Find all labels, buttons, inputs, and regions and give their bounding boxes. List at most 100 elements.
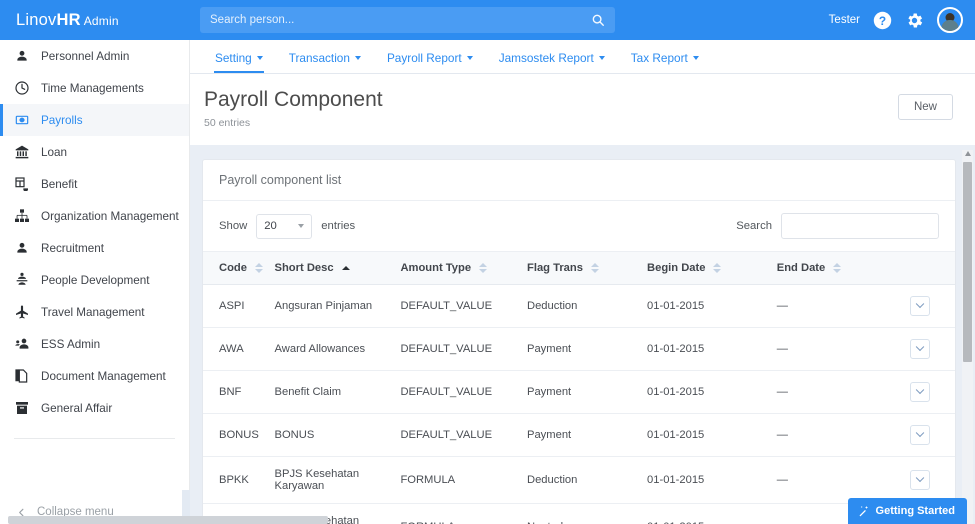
avatar-body bbox=[941, 20, 959, 31]
cell-end-date: — bbox=[776, 370, 910, 414]
cell-short-desc: BPJS Kesehatan Karyawan bbox=[274, 456, 401, 504]
row-action-dropdown-button[interactable] bbox=[909, 470, 930, 490]
scroll-up-arrow-icon[interactable] bbox=[964, 151, 971, 156]
entries-label: entries bbox=[321, 220, 356, 232]
entries-per-page-select[interactable]: 20 bbox=[256, 213, 313, 239]
row-action-dropdown-button[interactable] bbox=[909, 382, 930, 402]
menu-item-tax-report[interactable]: Tax Report bbox=[618, 51, 712, 73]
sidebar-item-personnel-admin[interactable]: Personnel Admin bbox=[0, 40, 189, 72]
global-search-box[interactable] bbox=[200, 7, 615, 33]
help-circle-icon[interactable]: ? bbox=[873, 11, 892, 30]
content-vertical-scrollbar[interactable] bbox=[962, 150, 973, 524]
cell-code: ASPI bbox=[203, 284, 275, 328]
person-circle-icon bbox=[14, 240, 30, 256]
sidebar-item-people-development[interactable]: People Development bbox=[0, 264, 189, 296]
menu-item-jamsostek-report[interactable]: Jamsostek Report bbox=[486, 51, 618, 73]
content-scroll-area: Payroll component list Show 20 entries S… bbox=[190, 147, 975, 524]
sidebar-item-loan[interactable]: Loan bbox=[0, 136, 189, 168]
sidebar-item-general-affair[interactable]: General Affair bbox=[0, 392, 189, 424]
sort-ascending-icon[interactable] bbox=[341, 266, 350, 270]
sidebar-item-label: Organization Management bbox=[41, 209, 179, 223]
getting-started-button[interactable]: Getting Started bbox=[847, 498, 967, 524]
documents-icon bbox=[14, 368, 30, 384]
row-action-dropdown-button[interactable] bbox=[909, 296, 930, 316]
sidebar-item-label: General Affair bbox=[41, 401, 113, 415]
chevron-down-icon bbox=[915, 342, 925, 352]
card-heading: Payroll component list bbox=[203, 160, 955, 201]
chevron-down-icon bbox=[915, 385, 925, 395]
table-header-label: Amount Type bbox=[400, 262, 472, 274]
menu-item-label: Payroll Report bbox=[386, 51, 462, 65]
people-icon bbox=[14, 336, 30, 352]
top-header-bar: LinovHRAdmin Tester ? bbox=[0, 0, 975, 40]
sidebar-item-organization-management[interactable]: Organization Management bbox=[0, 200, 189, 232]
cell-code: BONUS bbox=[203, 413, 275, 457]
sidebar-item-payrolls[interactable]: Payrolls bbox=[0, 104, 189, 136]
global-search-input[interactable] bbox=[210, 14, 591, 26]
cell-amount-type: DEFAULT_VALUE bbox=[400, 284, 527, 328]
sort-icon[interactable] bbox=[479, 263, 488, 273]
bank-icon bbox=[14, 144, 30, 160]
new-button[interactable]: New bbox=[897, 94, 953, 120]
cell-short-desc: Benefit Claim bbox=[274, 370, 401, 414]
sidebar-item-ess-admin[interactable]: ESS Admin bbox=[0, 328, 189, 360]
table-row[interactable]: BONUS BONUS DEFAULT_VALUE Payment 01-01-2015… bbox=[203, 413, 955, 457]
cell-begin-date: 01-01-2015 bbox=[647, 370, 777, 414]
cell-short-desc: Angsuran Pinjaman bbox=[274, 284, 401, 328]
table-row[interactable]: AWA Award Allowances DEFAULT_VALUE Payment 0… bbox=[203, 327, 955, 371]
table-header-flag-trans[interactable]: Flag Trans bbox=[527, 251, 648, 285]
table-header-label: Code bbox=[219, 262, 247, 274]
sidebar-item-recruitment[interactable]: Recruitment bbox=[0, 232, 189, 264]
scrollbar-thumb[interactable] bbox=[963, 162, 972, 362]
cell-flag-trans: Payment bbox=[527, 370, 648, 414]
table-row[interactable]: BNF Benefit Claim DEFAULT_VALUE Payment 01-0… bbox=[203, 370, 955, 414]
payroll-component-table: Code Short Desc Amount Type Flag Trans Begin… bbox=[203, 251, 955, 524]
show-label: Show bbox=[219, 220, 248, 232]
sidebar-item-label: Loan bbox=[41, 145, 68, 159]
sidebar-item-document-management[interactable]: Document Management bbox=[0, 360, 189, 392]
table-header-begin-date[interactable]: Begin Date bbox=[647, 251, 777, 285]
menu-item-payroll-report[interactable]: Payroll Report bbox=[374, 51, 486, 73]
cell-begin-date: 01-01-2015 bbox=[647, 456, 777, 504]
table-search-input[interactable] bbox=[781, 213, 939, 239]
gear-icon[interactable] bbox=[905, 11, 924, 30]
sidebar-item-benefit[interactable]: Benefit bbox=[0, 168, 189, 200]
sort-icon[interactable] bbox=[590, 263, 599, 273]
chevron-down-icon bbox=[915, 299, 925, 309]
page-horizontal-scrollbar[interactable] bbox=[8, 516, 328, 524]
search-icon[interactable] bbox=[591, 13, 605, 27]
header-user-area: Tester ? bbox=[829, 0, 963, 40]
table-header-code[interactable]: Code bbox=[203, 251, 275, 285]
cell-begin-date: 01-01-2015 bbox=[647, 503, 777, 524]
sidebar-item-label: Personnel Admin bbox=[41, 49, 130, 63]
menu-item-label: Setting bbox=[215, 51, 252, 65]
table-row[interactable]: ASPI Angsuran Pinjaman DEFAULT_VALUE Deduct… bbox=[203, 284, 955, 328]
table-row[interactable]: BPKK BPJS Kesehatan Karyawan FORMULA Deduct… bbox=[203, 456, 955, 504]
cell-amount-type: DEFAULT_VALUE bbox=[400, 413, 527, 457]
sidebar-nav-list: Personnel Admin Time Managements Payrolls L… bbox=[0, 40, 189, 424]
row-action-dropdown-button[interactable] bbox=[909, 339, 930, 359]
table-header-short-desc[interactable]: Short Desc bbox=[274, 251, 401, 285]
table-head: Code Short Desc Amount Type Flag Trans Begin… bbox=[203, 251, 955, 285]
table-header-actions bbox=[909, 251, 955, 285]
sort-icon[interactable] bbox=[833, 263, 842, 273]
sidebar-item-travel-management[interactable]: Travel Management bbox=[0, 296, 189, 328]
cell-amount-type: FORMULA bbox=[400, 456, 527, 504]
table-tools: Show 20 entries Search bbox=[203, 201, 955, 251]
page-header-text: Payroll Component 50 entries bbox=[204, 88, 383, 129]
sort-icon[interactable] bbox=[713, 263, 722, 273]
menu-item-transaction[interactable]: Transaction bbox=[276, 51, 374, 73]
table-header-end-date[interactable]: End Date bbox=[776, 251, 910, 285]
avatar[interactable] bbox=[937, 7, 963, 33]
cell-code: AWA bbox=[203, 327, 275, 371]
row-action-dropdown-button[interactable] bbox=[909, 425, 930, 445]
sidebar-divider bbox=[14, 438, 175, 439]
sidebar-item-time-managements[interactable]: Time Managements bbox=[0, 72, 189, 104]
brand-hr: HR bbox=[56, 10, 81, 29]
sort-icon[interactable] bbox=[254, 263, 263, 273]
cell-actions bbox=[909, 413, 955, 457]
app-brand[interactable]: LinovHR Admin bbox=[0, 11, 190, 30]
table-header-amount-type[interactable]: Amount Type bbox=[400, 251, 527, 285]
chevron-down-icon bbox=[466, 56, 473, 60]
menu-item-setting[interactable]: Setting bbox=[202, 51, 276, 73]
